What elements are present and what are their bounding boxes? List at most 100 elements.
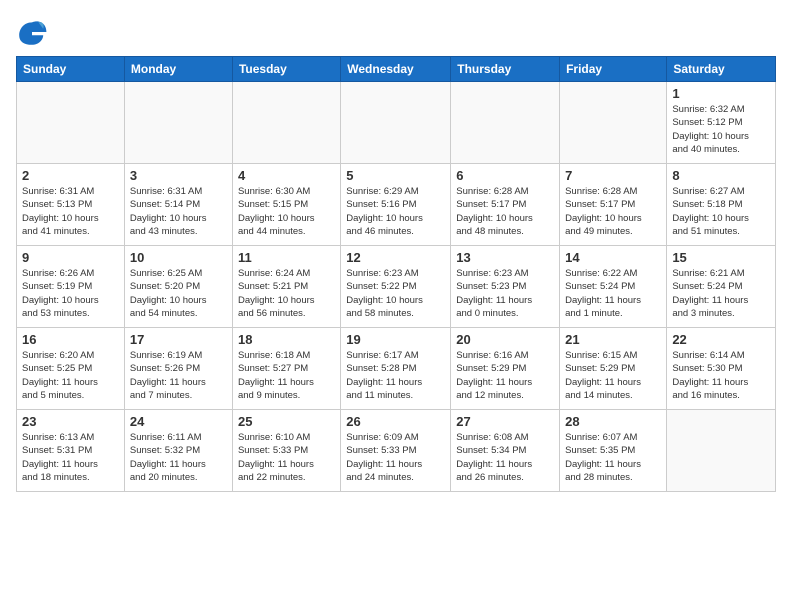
calendar-cell (17, 82, 125, 164)
day-number: 28 (565, 414, 661, 429)
calendar-cell (341, 82, 451, 164)
day-info: Sunrise: 6:11 AM Sunset: 5:32 PM Dayligh… (130, 431, 227, 484)
day-number: 8 (672, 168, 770, 183)
calendar-cell: 18 Sunrise: 6:18 AM Sunset: 5:27 PM Dayli… (232, 328, 340, 410)
calendar-cell: 12 Sunrise: 6:23 AM Sunset: 5:22 PM Dayli… (341, 246, 451, 328)
day-number: 7 (565, 168, 661, 183)
calendar-cell: 24 Sunrise: 6:11 AM Sunset: 5:32 PM Dayli… (124, 410, 232, 492)
day-number: 22 (672, 332, 770, 347)
calendar-cell (667, 410, 776, 492)
calendar-cell: 6 Sunrise: 6:28 AM Sunset: 5:17 PM Daylig… (451, 164, 560, 246)
calendar-cell: 8 Sunrise: 6:27 AM Sunset: 5:18 PM Daylig… (667, 164, 776, 246)
calendar-cell: 19Sunrise: 6:17 AM Sunset: 5:28 PM Dayli… (341, 328, 451, 410)
calendar-cell: 20 Sunrise: 6:16 AM Sunset: 5:29 PM Dayli… (451, 328, 560, 410)
calendar-cell: 15Sunrise: 6:21 AM Sunset: 5:24 PM Dayli… (667, 246, 776, 328)
day-number: 13 (456, 250, 554, 265)
day-number: 23 (22, 414, 119, 429)
day-info: Sunrise: 6:13 AM Sunset: 5:31 PM Dayligh… (22, 431, 119, 484)
day-number: 24 (130, 414, 227, 429)
day-number: 27 (456, 414, 554, 429)
day-number: 11 (238, 250, 335, 265)
day-info: Sunrise: 6:32 AM Sunset: 5:12 PM Dayligh… (672, 103, 770, 156)
day-info: Sunrise: 6:26 AM Sunset: 5:19 PM Dayligh… (22, 267, 119, 320)
day-info: Sunrise: 6:29 AM Sunset: 5:16 PM Dayligh… (346, 185, 445, 238)
day-info: Sunrise: 6:09 AM Sunset: 5:33 PM Dayligh… (346, 431, 445, 484)
calendar-cell: 21 Sunrise: 6:15 AM Sunset: 5:29 PM Dayli… (560, 328, 667, 410)
page-container: SundayMondayTuesdayWednesdayThursdayFrid… (0, 0, 792, 612)
day-info: Sunrise: 6:07 AM Sunset: 5:35 PM Dayligh… (565, 431, 661, 484)
day-number: 3 (130, 168, 227, 183)
calendar-cell: 14Sunrise: 6:22 AM Sunset: 5:24 PM Dayli… (560, 246, 667, 328)
day-info: Sunrise: 6:25 AM Sunset: 5:20 PM Dayligh… (130, 267, 227, 320)
weekday-header-tuesday: Tuesday (232, 57, 340, 82)
logo-icon (16, 16, 48, 48)
day-info: Sunrise: 6:18 AM Sunset: 5:27 PM Dayligh… (238, 349, 335, 402)
day-info: Sunrise: 6:24 AM Sunset: 5:21 PM Dayligh… (238, 267, 335, 320)
weekday-header-row: SundayMondayTuesdayWednesdayThursdayFrid… (17, 57, 776, 82)
calendar-cell: 17 Sunrise: 6:19 AM Sunset: 5:26 PM Dayli… (124, 328, 232, 410)
day-number: 10 (130, 250, 227, 265)
calendar-cell: 9 Sunrise: 6:26 AM Sunset: 5:19 PM Daylig… (17, 246, 125, 328)
calendar-cell: 28 Sunrise: 6:07 AM Sunset: 5:35 PM Dayli… (560, 410, 667, 492)
day-number: 16 (22, 332, 119, 347)
calendar-week-3: 9 Sunrise: 6:26 AM Sunset: 5:19 PM Daylig… (17, 246, 776, 328)
day-info: Sunrise: 6:22 AM Sunset: 5:24 PM Dayligh… (565, 267, 661, 320)
day-number: 12 (346, 250, 445, 265)
calendar-cell: 1 Sunrise: 6:32 AM Sunset: 5:12 PM Daylig… (667, 82, 776, 164)
weekday-header-friday: Friday (560, 57, 667, 82)
day-number: 2 (22, 168, 119, 183)
calendar-cell: 11 Sunrise: 6:24 AM Sunset: 5:21 PM Dayli… (232, 246, 340, 328)
calendar-cell: 10 Sunrise: 6:25 AM Sunset: 5:20 PM Dayli… (124, 246, 232, 328)
calendar-cell: 5Sunrise: 6:29 AM Sunset: 5:16 PM Daylig… (341, 164, 451, 246)
day-info: Sunrise: 6:10 AM Sunset: 5:33 PM Dayligh… (238, 431, 335, 484)
calendar-cell: 2Sunrise: 6:31 AM Sunset: 5:13 PM Daylig… (17, 164, 125, 246)
day-info: Sunrise: 6:23 AM Sunset: 5:23 PM Dayligh… (456, 267, 554, 320)
day-info: Sunrise: 6:08 AM Sunset: 5:34 PM Dayligh… (456, 431, 554, 484)
weekday-header-thursday: Thursday (451, 57, 560, 82)
day-number: 25 (238, 414, 335, 429)
calendar-cell: 27 Sunrise: 6:08 AM Sunset: 5:34 PM Dayli… (451, 410, 560, 492)
weekday-header-wednesday: Wednesday (341, 57, 451, 82)
day-number: 17 (130, 332, 227, 347)
day-number: 9 (22, 250, 119, 265)
day-number: 6 (456, 168, 554, 183)
day-number: 1 (672, 86, 770, 101)
calendar-cell: 4Sunrise: 6:30 AM Sunset: 5:15 PM Daylig… (232, 164, 340, 246)
calendar-table: SundayMondayTuesdayWednesdayThursdayFrid… (16, 56, 776, 492)
weekday-header-sunday: Sunday (17, 57, 125, 82)
calendar-cell: 26 Sunrise: 6:09 AM Sunset: 5:33 PM Dayli… (341, 410, 451, 492)
day-info: Sunrise: 6:28 AM Sunset: 5:17 PM Dayligh… (565, 185, 661, 238)
calendar-cell (124, 82, 232, 164)
calendar-cell: 13 Sunrise: 6:23 AM Sunset: 5:23 PM Dayli… (451, 246, 560, 328)
day-info: Sunrise: 6:28 AM Sunset: 5:17 PM Dayligh… (456, 185, 554, 238)
page-header (16, 16, 776, 48)
day-info: Sunrise: 6:20 AM Sunset: 5:25 PM Dayligh… (22, 349, 119, 402)
calendar-cell: 16 Sunrise: 6:20 AM Sunset: 5:25 PM Dayli… (17, 328, 125, 410)
day-info: Sunrise: 6:30 AM Sunset: 5:15 PM Dayligh… (238, 185, 335, 238)
calendar-cell (451, 82, 560, 164)
day-info: Sunrise: 6:14 AM Sunset: 5:30 PM Dayligh… (672, 349, 770, 402)
calendar-cell: 23 Sunrise: 6:13 AM Sunset: 5:31 PM Dayli… (17, 410, 125, 492)
day-info: Sunrise: 6:19 AM Sunset: 5:26 PM Dayligh… (130, 349, 227, 402)
day-number: 20 (456, 332, 554, 347)
day-info: Sunrise: 6:23 AM Sunset: 5:22 PM Dayligh… (346, 267, 445, 320)
day-info: Sunrise: 6:16 AM Sunset: 5:29 PM Dayligh… (456, 349, 554, 402)
calendar-week-4: 16 Sunrise: 6:20 AM Sunset: 5:25 PM Dayli… (17, 328, 776, 410)
calendar-week-2: 2Sunrise: 6:31 AM Sunset: 5:13 PM Daylig… (17, 164, 776, 246)
calendar-cell (560, 82, 667, 164)
day-info: Sunrise: 6:15 AM Sunset: 5:29 PM Dayligh… (565, 349, 661, 402)
calendar-cell: 7 Sunrise: 6:28 AM Sunset: 5:17 PM Daylig… (560, 164, 667, 246)
calendar-cell: 3Sunrise: 6:31 AM Sunset: 5:14 PM Daylig… (124, 164, 232, 246)
day-info: Sunrise: 6:21 AM Sunset: 5:24 PM Dayligh… (672, 267, 770, 320)
calendar-cell: 22 Sunrise: 6:14 AM Sunset: 5:30 PM Dayli… (667, 328, 776, 410)
day-number: 18 (238, 332, 335, 347)
calendar-week-1: 1 Sunrise: 6:32 AM Sunset: 5:12 PM Daylig… (17, 82, 776, 164)
day-info: Sunrise: 6:17 AM Sunset: 5:28 PM Dayligh… (346, 349, 445, 402)
weekday-header-monday: Monday (124, 57, 232, 82)
day-number: 21 (565, 332, 661, 347)
day-number: 26 (346, 414, 445, 429)
calendar-cell: 25 Sunrise: 6:10 AM Sunset: 5:33 PM Dayli… (232, 410, 340, 492)
logo (16, 16, 52, 48)
calendar-cell (232, 82, 340, 164)
day-info: Sunrise: 6:27 AM Sunset: 5:18 PM Dayligh… (672, 185, 770, 238)
